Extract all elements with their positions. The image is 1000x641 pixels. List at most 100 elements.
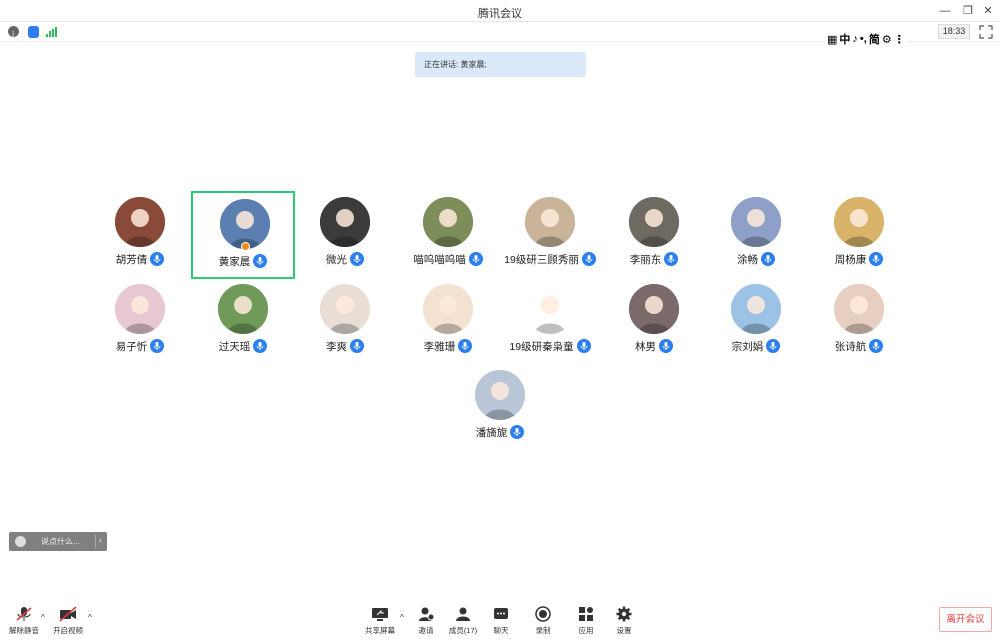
participant-name-row: 黄家晨 <box>193 253 293 269</box>
apps-icon <box>579 607 593 621</box>
restore-icon[interactable]: ❐ <box>960 3 976 19</box>
ime-item[interactable]: ⚙ <box>882 33 892 46</box>
settings-button[interactable]: 设置 <box>602 606 646 636</box>
avatar <box>731 284 781 334</box>
mute-options-caret-icon[interactable]: ^ <box>41 613 45 622</box>
window-title: 腾讯会议 <box>478 8 522 20</box>
record-button[interactable]: 录制 <box>521 606 565 636</box>
participant-name-row: 李丽东 <box>604 251 704 267</box>
mute-button[interactable]: 解除静音 <box>2 606 46 636</box>
participant-name-row: 涂畅 <box>706 251 806 267</box>
participant-tile[interactable]: 宗刘娟 <box>706 280 806 364</box>
participant-name: 宗刘娟 <box>731 340 764 353</box>
avatar <box>115 197 165 247</box>
participant-name: 黄家晨 <box>218 255 251 268</box>
avatar <box>525 284 575 334</box>
participant-name: 过天瑶 <box>218 340 251 353</box>
chat-button[interactable]: 聊天 <box>479 606 523 636</box>
participant-name: 李雅珊 <box>423 340 456 353</box>
video-button[interactable]: 开启视频 <box>46 606 90 636</box>
microphone-icon <box>253 339 268 353</box>
participant-name: 周杨康 <box>834 253 867 266</box>
avatar <box>423 197 473 247</box>
camera-off-icon <box>59 606 77 622</box>
participant-tile[interactable]: 黄家晨 <box>191 191 295 279</box>
participant-tile[interactable]: 周杨康 <box>809 193 909 277</box>
participant-name-row: 喵呜喵呜喵 <box>398 251 498 267</box>
participant-tile[interactable]: 潘旖旎 <box>450 366 550 450</box>
avatar <box>525 197 575 247</box>
ime-item[interactable]: ♪ <box>852 33 858 45</box>
microphone-muted-icon <box>16 607 32 621</box>
meeting-clock: 18:33 <box>938 24 970 39</box>
signal-icon[interactable] <box>45 25 58 37</box>
microphone-icon <box>350 339 364 353</box>
participant-name: 喵呜喵呜喵 <box>413 253 466 266</box>
minimize-icon[interactable]: — <box>937 3 953 19</box>
participant-name: 张诗航 <box>834 340 867 353</box>
participant-tile[interactable]: 李雅珊 <box>398 280 498 364</box>
avatar <box>731 197 781 247</box>
gear-icon <box>616 606 632 622</box>
microphone-icon <box>150 339 165 353</box>
shield-icon[interactable] <box>28 26 39 38</box>
microphone-icon <box>761 252 775 266</box>
participant-name-row: 林男 <box>604 338 704 354</box>
fullscreen-icon[interactable] <box>978 24 994 40</box>
participant-name-row: 张诗航 <box>809 338 909 354</box>
participant-name-row: 李爽 <box>295 338 395 354</box>
participant-name-row: 微光 <box>295 251 395 267</box>
ime-item[interactable]: ⋮ <box>894 33 905 46</box>
participant-tile[interactable]: 张诗航 <box>809 280 909 364</box>
participant-tile[interactable]: 涂畅 <box>706 193 806 277</box>
chat-placeholder[interactable]: 说点什么... <box>41 536 80 547</box>
info-icon[interactable]: i <box>8 26 19 39</box>
participant-name-row: 周杨康 <box>809 251 909 267</box>
participant-name-row: 李雅珊 <box>398 338 498 354</box>
participant-tile[interactable]: 易子忻 <box>90 280 190 364</box>
avatar <box>475 370 525 420</box>
collapse-chevron-icon[interactable]: ‹ <box>99 535 102 545</box>
microphone-icon <box>869 252 884 266</box>
participant-tile[interactable]: 喵呜喵呜喵 <box>398 193 498 277</box>
participant-tile[interactable]: 胡芳倩 <box>90 193 190 277</box>
participant-name-row: 过天瑶 <box>193 338 293 354</box>
ime-item[interactable]: 简 <box>869 31 880 47</box>
chat-icon <box>494 608 508 619</box>
microphone-icon <box>253 254 268 268</box>
participant-tile[interactable]: 19级研三顾秀丽 <box>500 193 600 277</box>
share-screen-button[interactable]: 共享屏幕 <box>358 606 402 636</box>
ime-item[interactable]: 中 <box>839 31 850 47</box>
ime-toolbar: ▦ 中 ♪ •, 简 ⚙ ⋮ <box>825 31 907 47</box>
ime-grid-icon[interactable]: ▦ <box>827 33 837 46</box>
participant-name-row: 易子忻 <box>90 338 190 354</box>
divider <box>95 535 96 548</box>
participant-name-row: 潘旖旎 <box>450 424 550 440</box>
participant-tile[interactable]: 林男 <box>604 280 704 364</box>
close-icon[interactable]: ✕ <box>980 3 996 19</box>
emoji-icon[interactable] <box>15 536 26 547</box>
video-options-caret-icon[interactable]: ^ <box>88 613 92 622</box>
participant-name-row: 胡芳倩 <box>90 251 190 267</box>
chat-label: 聊天 <box>493 626 509 635</box>
participant-tile[interactable]: 过天瑶 <box>193 280 293 364</box>
participant-name: 易子忻 <box>115 340 148 353</box>
leave-meeting-button[interactable]: 离开会议 <box>939 607 992 632</box>
chat-input-box[interactable]: 说点什么... ‹ <box>9 532 107 551</box>
microphone-icon <box>458 339 473 353</box>
microphone-icon <box>766 339 781 353</box>
participant-name: 李丽东 <box>629 253 662 266</box>
participant-tile[interactable]: 微光 <box>295 193 395 277</box>
participant-tile[interactable]: 李爽 <box>295 280 395 364</box>
participant-tile[interactable]: 19级研秦枭童 <box>500 280 600 364</box>
microphone-icon <box>150 252 165 266</box>
ime-item[interactable]: •, <box>860 33 867 45</box>
participant-tile[interactable]: 李丽东 <box>604 193 704 277</box>
microphone-icon <box>510 425 525 439</box>
mute-label: 解除静音 <box>9 626 39 635</box>
microphone-icon <box>664 252 679 266</box>
participant-name: 19级研三顾秀丽 <box>504 253 579 266</box>
participant-name: 19级研秦枭童 <box>509 340 574 353</box>
avatar <box>115 284 165 334</box>
participant-name: 胡芳倩 <box>115 253 148 266</box>
